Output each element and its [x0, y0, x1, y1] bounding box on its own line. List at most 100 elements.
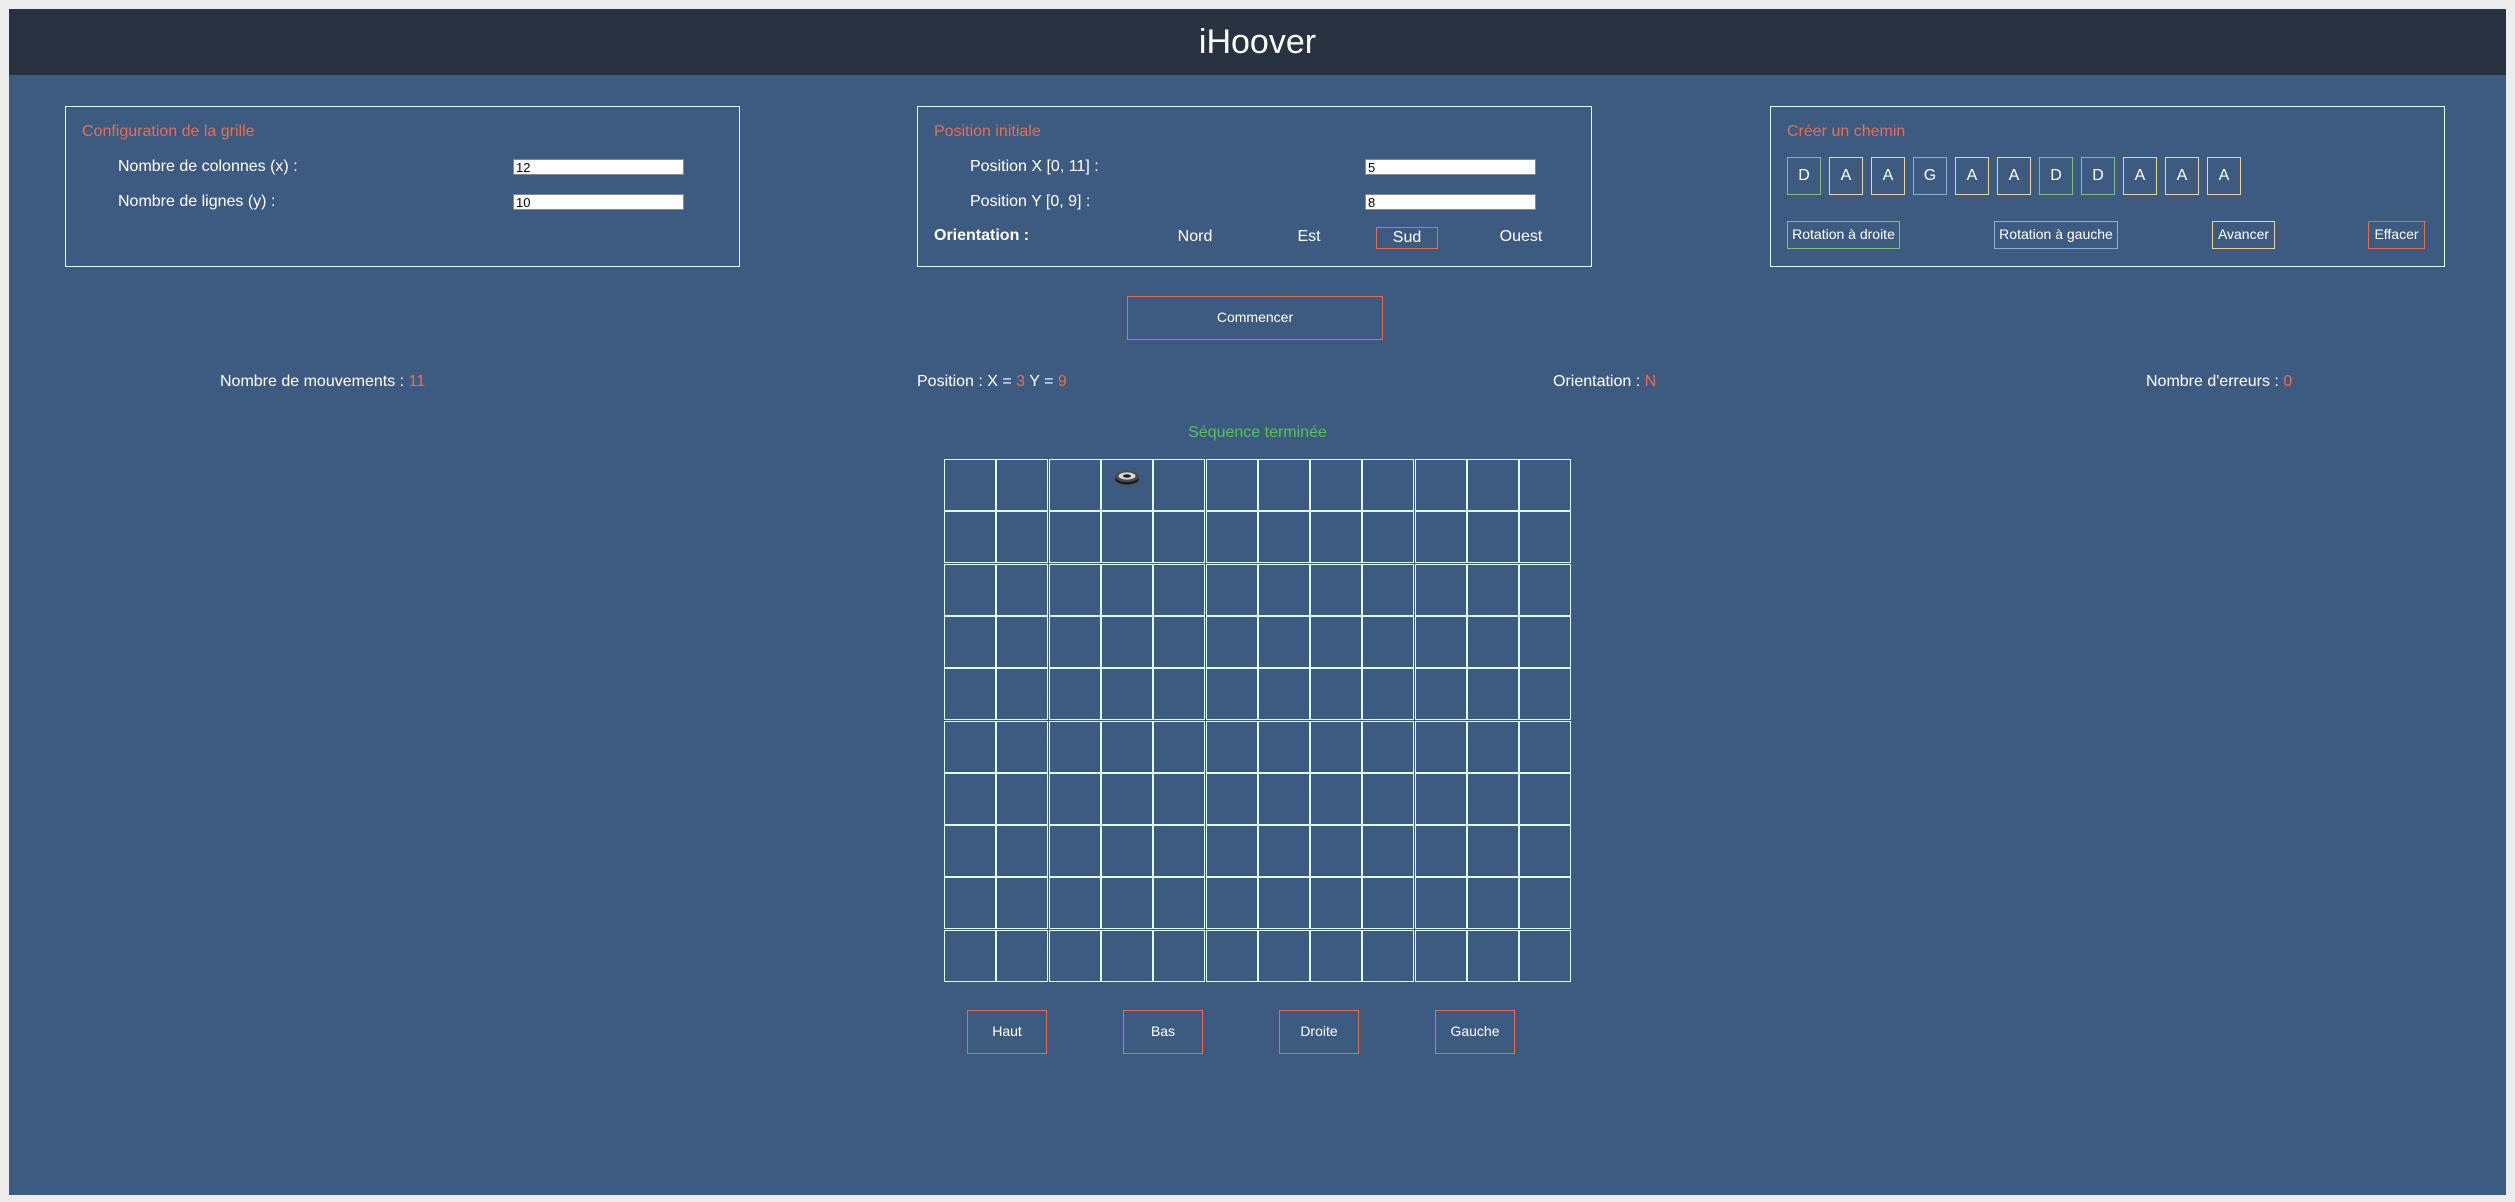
command-chip[interactable]: A	[1829, 157, 1863, 195]
errors-count: Nombre d'erreurs : 0	[2146, 373, 2292, 391]
board-cell	[996, 825, 1048, 877]
board-cell	[1206, 459, 1258, 511]
board-cell	[1362, 930, 1414, 982]
command-chip[interactable]: A	[1997, 157, 2031, 195]
columns-input[interactable]	[513, 159, 684, 175]
errors-label: Nombre d'erreurs :	[2146, 373, 2284, 390]
board-cell	[1153, 877, 1205, 929]
board-cell	[1049, 616, 1101, 668]
board-cell	[1049, 825, 1101, 877]
move-up-button[interactable]: Haut	[967, 1010, 1047, 1054]
columns-label: Nombre de colonnes (x) :	[118, 158, 298, 175]
command-chip[interactable]: G	[1913, 157, 1947, 195]
board-cell	[1101, 825, 1153, 877]
clear-button[interactable]: Effacer	[2368, 221, 2425, 249]
board-cell	[1153, 564, 1205, 616]
grid-config-panel: Configuration de la grille Nombre de col…	[65, 106, 740, 267]
board-cell	[1310, 721, 1362, 773]
board-cell	[1101, 773, 1153, 825]
board-cell	[1049, 877, 1101, 929]
command-chip[interactable]: D	[2081, 157, 2115, 195]
forward-button[interactable]: Avancer	[2212, 221, 2275, 249]
command-chip[interactable]: D	[2039, 157, 2073, 195]
grid-config-title: Configuration de la grille	[82, 123, 255, 140]
board-cell	[1206, 825, 1258, 877]
orientation-option-ouest[interactable]: Ouest	[1493, 227, 1549, 249]
board-cell	[1415, 877, 1467, 929]
board-cell	[1310, 773, 1362, 825]
board-cell	[1258, 459, 1310, 511]
rows-input[interactable]	[513, 194, 684, 210]
board-cell	[944, 564, 996, 616]
orientation-option-sud[interactable]: Sud	[1376, 227, 1438, 249]
command-chip[interactable]: D	[1787, 157, 1821, 195]
board-cell	[944, 459, 996, 511]
board-cell	[944, 616, 996, 668]
move-down-button[interactable]: Bas	[1123, 1010, 1203, 1054]
board-cell	[1101, 616, 1153, 668]
rotate-left-button[interactable]: Rotation à gauche	[1994, 221, 2118, 249]
current-orientation: Orientation : N	[1553, 373, 1656, 391]
board-cell	[1310, 564, 1362, 616]
orientation-option-nord[interactable]: Nord	[1166, 227, 1224, 249]
board-cell	[1206, 773, 1258, 825]
board-cell	[1362, 459, 1414, 511]
board-cell	[1415, 773, 1467, 825]
board-cell	[1362, 825, 1414, 877]
board-cell	[1310, 459, 1362, 511]
board-cell	[1206, 668, 1258, 720]
errors-value: 0	[2283, 373, 2293, 390]
command-chip[interactable]: A	[1955, 157, 1989, 195]
board-cell	[1415, 459, 1467, 511]
board-cell	[996, 511, 1048, 563]
board-cell	[1153, 721, 1205, 773]
board-cell	[1519, 511, 1571, 563]
board-cell	[1049, 773, 1101, 825]
board-cell	[1519, 825, 1571, 877]
position-y-input[interactable]	[1365, 194, 1536, 210]
board-cell	[1415, 564, 1467, 616]
command-chip[interactable]: A	[2207, 157, 2241, 195]
board-cell	[1153, 930, 1205, 982]
rotate-right-button[interactable]: Rotation à droite	[1787, 221, 1900, 249]
board-cell	[996, 459, 1048, 511]
board-cell	[996, 668, 1048, 720]
board-cell	[1362, 877, 1414, 929]
board-cell	[1362, 616, 1414, 668]
command-chip[interactable]: A	[1871, 157, 1905, 195]
board-cell	[1206, 930, 1258, 982]
board-cell	[996, 564, 1048, 616]
move-right-button[interactable]: Droite	[1279, 1010, 1359, 1054]
board-cell	[1101, 877, 1153, 929]
start-button[interactable]: Commencer	[1127, 296, 1383, 340]
board-cell	[1310, 668, 1362, 720]
board-cell	[1258, 564, 1310, 616]
game-board	[944, 459, 1571, 982]
board-cell	[1467, 877, 1519, 929]
position-x-label: Position X [0, 11] :	[970, 158, 1099, 175]
board-cell	[1519, 721, 1571, 773]
initial-position-panel: Position initiale Position X [0, 11] : P…	[917, 106, 1592, 267]
moves-label: Nombre de mouvements :	[220, 373, 409, 390]
board-cell	[1519, 564, 1571, 616]
moves-count: Nombre de mouvements : 11	[220, 373, 425, 391]
board-cell	[996, 773, 1048, 825]
board-cell	[1467, 459, 1519, 511]
board-cell	[1206, 564, 1258, 616]
move-left-button[interactable]: Gauche	[1435, 1010, 1515, 1054]
orientation-option-est[interactable]: Est	[1288, 227, 1330, 249]
board-cell	[1310, 511, 1362, 563]
command-chip[interactable]: A	[2123, 157, 2157, 195]
position-x-input[interactable]	[1365, 159, 1536, 175]
board-cell	[1519, 459, 1571, 511]
board-cell	[1310, 616, 1362, 668]
rows-label: Nombre de lignes (y) :	[118, 193, 276, 210]
board-cell	[1467, 721, 1519, 773]
create-path-panel: Créer un chemin DAAGAADDAAA Rotation à d…	[1770, 106, 2445, 267]
command-chip[interactable]: A	[2165, 157, 2199, 195]
board-cell	[1362, 564, 1414, 616]
board-cell	[944, 668, 996, 720]
create-path-title: Créer un chemin	[1787, 123, 1906, 140]
board-cell	[1415, 511, 1467, 563]
board-cell	[1519, 668, 1571, 720]
